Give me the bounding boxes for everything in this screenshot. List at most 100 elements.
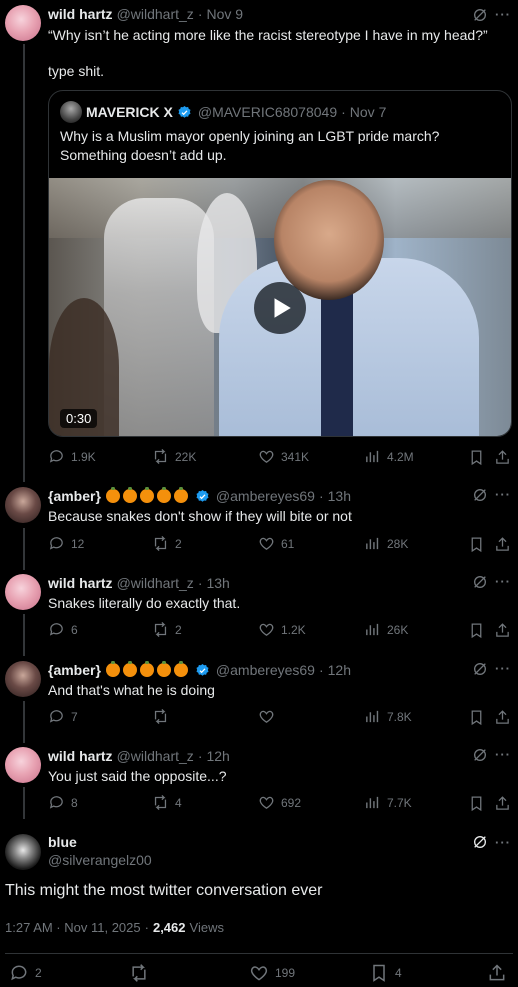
author-name[interactable]: blue — [48, 834, 77, 850]
share-icon[interactable] — [494, 622, 511, 639]
share-icon[interactable] — [494, 536, 511, 553]
reply-button[interactable]: 8 — [48, 794, 78, 811]
reply-icon — [49, 710, 63, 723]
more-icon[interactable]: ··· — [495, 487, 511, 502]
author-name[interactable]: wild hartz — [48, 6, 113, 22]
play-button[interactable] — [254, 282, 306, 334]
tweet-date[interactable]: 12h — [206, 748, 229, 764]
repost-button[interactable] — [152, 708, 175, 725]
author-handle[interactable]: @MAVERIC68078049 — [198, 104, 337, 120]
grok-icon[interactable] — [472, 747, 488, 763]
like-button[interactable]: 341K — [258, 448, 309, 465]
tweet-date[interactable]: 13h — [328, 488, 351, 504]
share-icon[interactable] — [487, 963, 507, 983]
tweet-date[interactable]: Nov 9 — [206, 6, 243, 22]
avatar[interactable] — [5, 747, 41, 783]
repost-icon — [154, 621, 167, 638]
reply-icon — [49, 623, 63, 636]
like-button[interactable]: 199 — [249, 963, 295, 983]
tweet-date[interactable]: 13h — [206, 575, 229, 591]
tweet-header: {amber} @ambereyes69 · 13h — [48, 487, 351, 504]
author-handle[interactable]: @wildhart_z — [117, 6, 194, 22]
like-button[interactable] — [258, 708, 281, 725]
like-count: 341K — [281, 449, 310, 464]
reply-button[interactable]: 12 — [48, 535, 84, 552]
verified-badge-icon — [196, 663, 209, 676]
dot-separator: · — [341, 104, 346, 120]
reply-button[interactable]: 2 — [9, 963, 42, 983]
thread-line — [23, 787, 25, 819]
bookmark-icon[interactable] — [468, 709, 485, 726]
share-icon[interactable] — [494, 449, 511, 466]
grok-icon[interactable] — [472, 661, 488, 677]
share-icon[interactable] — [494, 709, 511, 726]
avatar[interactable] — [5, 661, 41, 697]
more-icon[interactable]: ··· — [495, 7, 511, 22]
dot-separator: · — [144, 920, 149, 935]
views-button[interactable]: 4.2M — [364, 448, 414, 465]
share-icon[interactable] — [494, 795, 511, 812]
avatar[interactable] — [5, 487, 41, 523]
author-handle[interactable]: @wildhart_z — [117, 748, 194, 764]
heart-icon — [259, 537, 274, 550]
like-button[interactable]: 61 — [258, 535, 294, 552]
reply-button[interactable]: 1.9K — [48, 448, 96, 465]
avatar[interactable] — [5, 834, 41, 870]
dot-separator: · — [197, 575, 203, 591]
grok-icon[interactable] — [472, 834, 488, 850]
video-player[interactable]: 0:30 — [49, 178, 511, 436]
grok-icon[interactable] — [472, 487, 488, 503]
avatar[interactable] — [60, 101, 82, 123]
more-icon[interactable]: ··· — [495, 747, 511, 762]
views-button[interactable]: 7.8K — [364, 708, 412, 725]
avatar[interactable] — [5, 5, 41, 41]
verified-badge-icon — [196, 489, 209, 502]
bookmark-button[interactable]: 4 — [369, 963, 402, 983]
grok-icon[interactable] — [472, 7, 488, 23]
tweet-meta: 1:27 AM · Nov 11, 2025 · 2,462 Views — [5, 920, 224, 935]
author-handle[interactable]: @silverangelz00 — [48, 852, 152, 868]
bookmark-icon[interactable] — [468, 795, 485, 812]
tweet-header: {amber} @ambereyes69 · 12h — [48, 661, 351, 678]
tweet-timestamp[interactable]: 1:27 AM · Nov 11, 2025 — [5, 920, 141, 935]
author-name[interactable]: wild hartz — [48, 575, 113, 591]
author-handle[interactable]: @wildhart_z — [117, 575, 194, 591]
views-icon — [366, 796, 379, 809]
dot-separator: · — [197, 748, 203, 764]
bookmark-icon[interactable] — [468, 536, 485, 553]
reply-count: 1.9K — [71, 449, 96, 464]
reply-count: 2 — [35, 966, 42, 980]
like-button[interactable]: 1.2K — [258, 621, 306, 638]
like-button[interactable]: 692 — [258, 794, 301, 811]
repost-button[interactable]: 22K — [152, 448, 196, 465]
author-handle[interactable]: @ambereyes69 — [216, 488, 315, 504]
repost-icon — [154, 708, 167, 725]
reply-button[interactable]: 6 — [48, 621, 78, 638]
quote-tweet-card[interactable]: MAVERICK X @MAVERIC68078049 · Nov 7 Why … — [48, 90, 512, 437]
repost-button[interactable] — [129, 963, 155, 983]
more-icon[interactable]: ··· — [495, 574, 511, 589]
grok-icon[interactable] — [472, 574, 488, 590]
like-count: 1.2K — [281, 622, 306, 637]
more-icon[interactable]: ··· — [495, 835, 511, 850]
more-icon[interactable]: ··· — [495, 661, 511, 676]
repost-button[interactable]: 2 — [152, 535, 182, 552]
author-name[interactable]: wild hartz — [48, 748, 113, 764]
bookmark-icon[interactable] — [468, 449, 485, 466]
orange-icon — [173, 661, 188, 677]
views-button[interactable]: 28K — [364, 535, 408, 552]
views-button[interactable]: 7.7K — [364, 794, 412, 811]
orange-icon — [122, 661, 137, 677]
views-button[interactable]: 26K — [364, 621, 408, 638]
repost-button[interactable]: 2 — [152, 621, 182, 638]
author-name[interactable]: {amber} — [48, 662, 101, 678]
author-handle[interactable]: @ambereyes69 — [216, 662, 315, 678]
repost-button[interactable]: 4 — [152, 794, 182, 811]
author-name[interactable]: {amber} — [48, 488, 101, 504]
reply-button[interactable]: 7 — [48, 708, 78, 725]
bookmark-icon[interactable] — [468, 622, 485, 639]
tweet-date[interactable]: 12h — [328, 662, 351, 678]
avatar[interactable] — [5, 574, 41, 610]
tweet-date[interactable]: Nov 7 — [350, 104, 387, 120]
author-name[interactable]: MAVERICK X — [86, 104, 173, 120]
